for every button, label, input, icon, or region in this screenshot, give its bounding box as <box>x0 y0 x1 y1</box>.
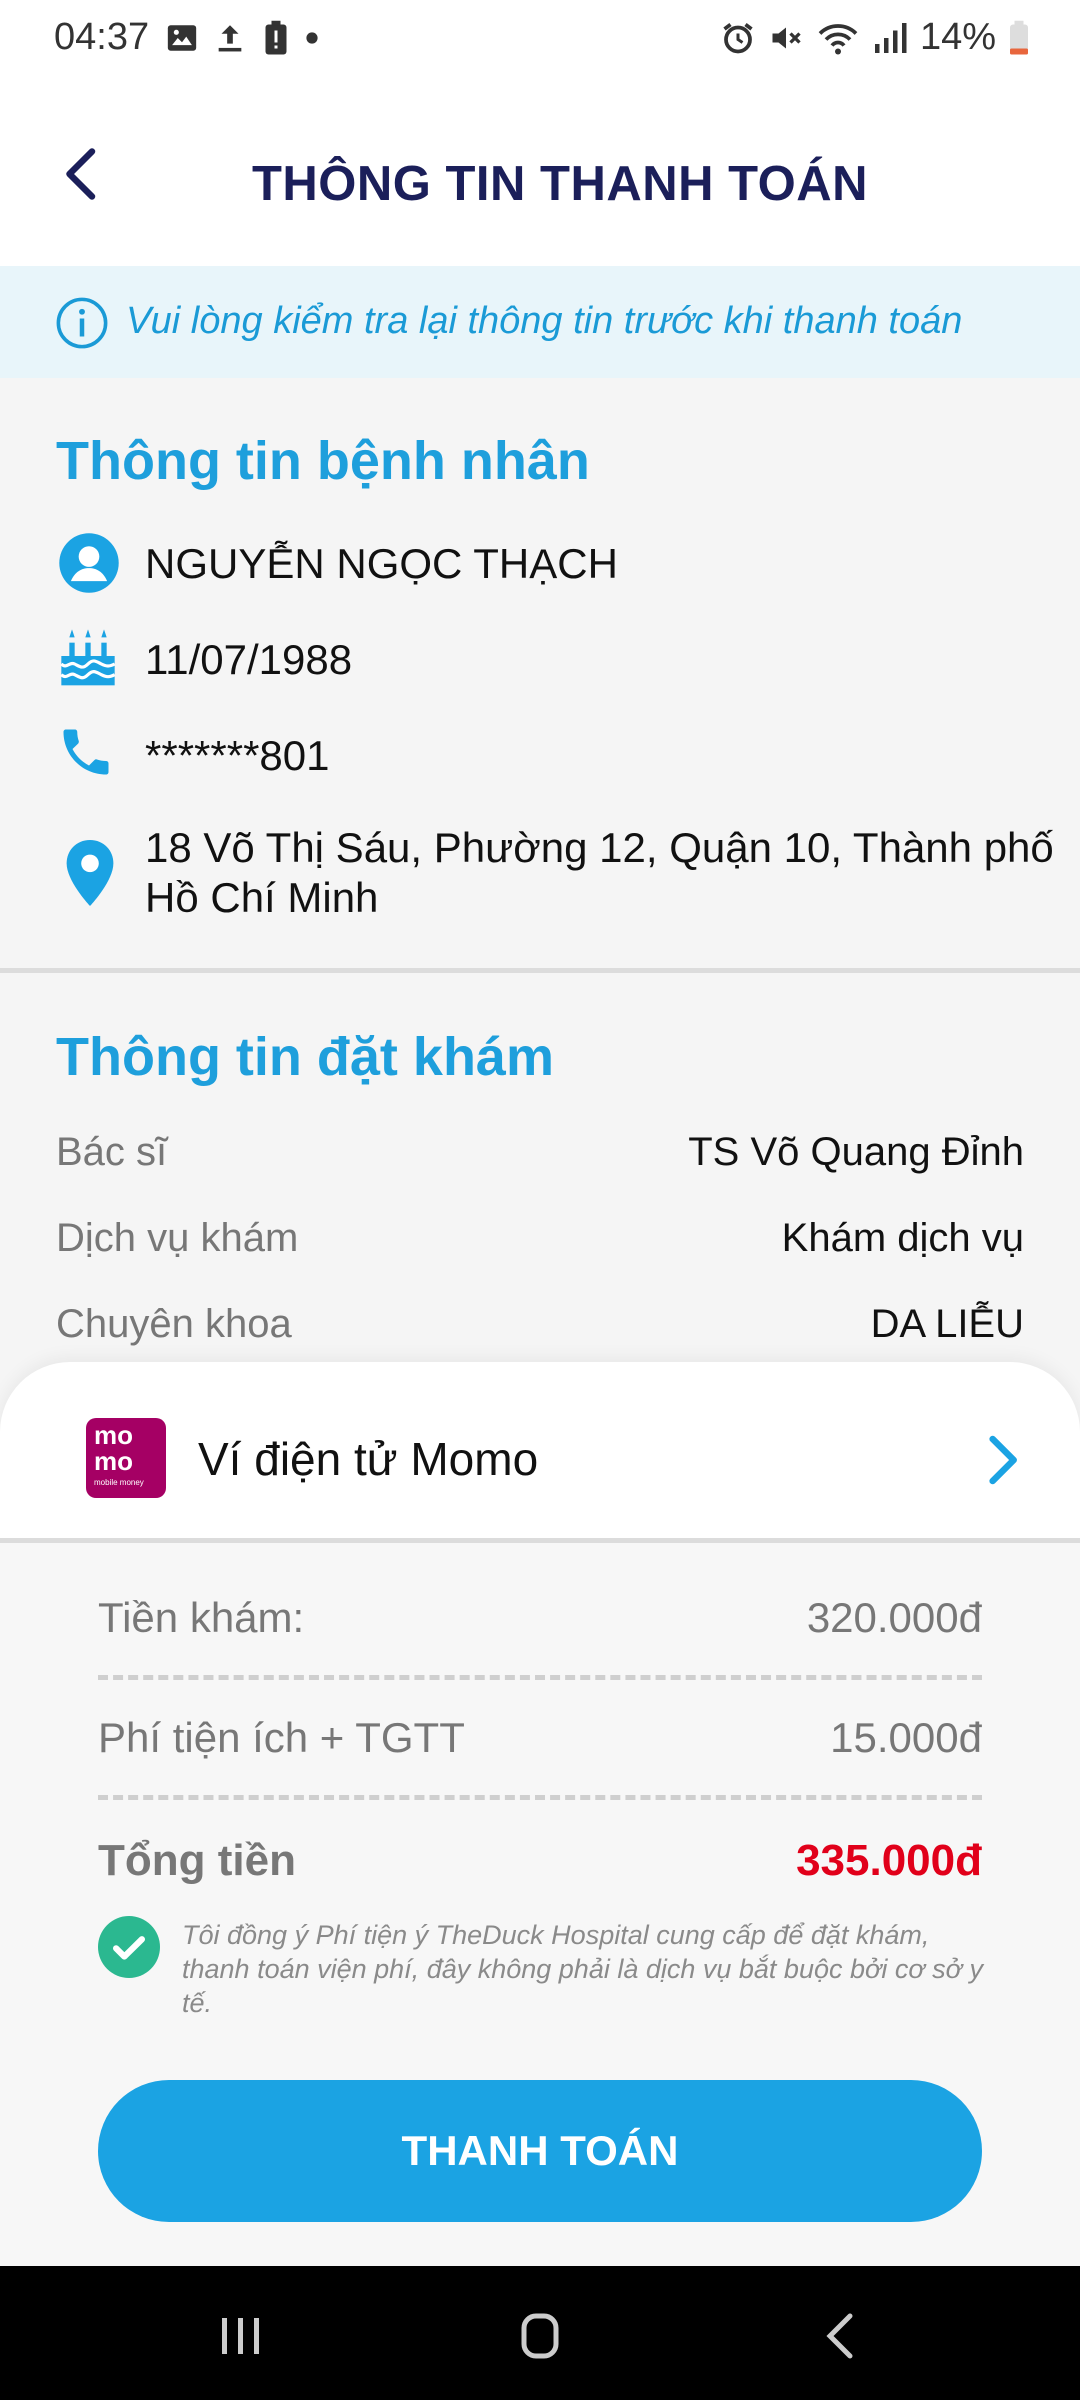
status-right-icons: 14% <box>720 16 1030 59</box>
battery-icon <box>1010 20 1028 54</box>
wifi-icon <box>818 23 858 54</box>
recent-apps-icon <box>222 2318 259 2354</box>
agreement-checkbox[interactable] <box>98 1916 160 1978</box>
system-nav-bar <box>0 2266 1080 2400</box>
dashed-divider <box>98 1675 982 1680</box>
checkmark-icon <box>112 1936 146 1960</box>
patient-phone: *******801 <box>145 732 330 779</box>
info-icon <box>56 297 108 349</box>
app-header: THÔNG TIN THANH TOÁN <box>0 76 1080 266</box>
exam-fee-value: 320.000đ <box>806 1594 982 1641</box>
service-fee-value: 15.000đ <box>830 1714 982 1761</box>
specialty-label: Chuyên khoa <box>56 1302 292 1346</box>
recent-apps-button[interactable] <box>200 2306 280 2366</box>
momo-logo-caption: mobile money <box>94 1478 144 1487</box>
patient-dob: 11/07/1988 <box>145 636 353 683</box>
status-time: 04:37 <box>54 16 150 58</box>
signal-icon <box>874 22 907 53</box>
dashed-divider <box>98 1795 982 1800</box>
momo-logo: mo mo mobile money <box>86 1418 166 1498</box>
status-bar: 04:37 14% <box>0 0 1080 76</box>
payment-method-label[interactable]: Ví điện tử Momo <box>198 1432 538 1486</box>
dot-icon <box>306 32 318 44</box>
system-back-button[interactable] <box>804 2306 884 2366</box>
doctor-label: Bác sĩ <box>56 1130 168 1174</box>
mute-icon <box>772 27 801 48</box>
exam-fee-label: Tiền khám: <box>98 1594 305 1641</box>
agreement-text: Tôi đồng ý Phí tiện ý TheDuck Hospital c… <box>182 1920 983 2018</box>
total-value: 335.000đ <box>796 1836 982 1885</box>
phone-icon <box>63 729 109 775</box>
battery-percent: 14% <box>919 16 996 58</box>
momo-logo-text-top: mo <box>94 1420 133 1450</box>
birthday-cake-icon <box>60 629 116 686</box>
user-icon <box>59 533 119 593</box>
service-fee-label: Phí tiện ích + TGTT <box>98 1714 465 1761</box>
location-pin-icon <box>66 840 114 906</box>
back-arrow-icon <box>826 2313 853 2359</box>
alarm-icon <box>723 22 753 53</box>
patient-address-line2: Hồ Chí Minh <box>145 874 379 921</box>
home-button[interactable] <box>500 2306 580 2366</box>
status-left-icons <box>165 20 319 56</box>
pay-button[interactable]: THANH TOÁN <box>98 2080 982 2222</box>
notice-banner: Vui lòng kiểm tra lại thông tin trước kh… <box>0 266 1080 378</box>
page-title: THÔNG TIN THANH TOÁN <box>251 157 869 211</box>
doctor-value: TS Võ Quang Đỉnh <box>688 1130 1024 1174</box>
home-icon <box>521 2313 559 2359</box>
upload-icon <box>218 25 242 52</box>
momo-logo-text-bottom: mo <box>94 1446 133 1476</box>
section-divider <box>0 968 1080 973</box>
battery-alert-icon <box>265 20 287 55</box>
chevron-right-icon[interactable] <box>974 1432 1030 1488</box>
image-icon <box>167 25 197 51</box>
specialty-value: DA LIỄU <box>870 1302 1024 1346</box>
patient-address-line1: 18 Võ Thị Sáu, Phường 12, Quận 10, Thành… <box>145 824 1054 871</box>
notice-text: Vui lòng kiểm tra lại thông tin trước kh… <box>126 300 963 342</box>
total-label: Tổng tiền <box>98 1836 296 1885</box>
patient-name: NGUYỄN NGỌC THẠCH <box>145 540 618 587</box>
service-label: Dịch vụ khám <box>56 1216 299 1260</box>
patient-section-title: Thông tin bệnh nhân <box>56 431 590 491</box>
booking-section-title: Thông tin đặt khám <box>56 1027 554 1087</box>
service-value: Khám dịch vụ <box>781 1216 1024 1260</box>
